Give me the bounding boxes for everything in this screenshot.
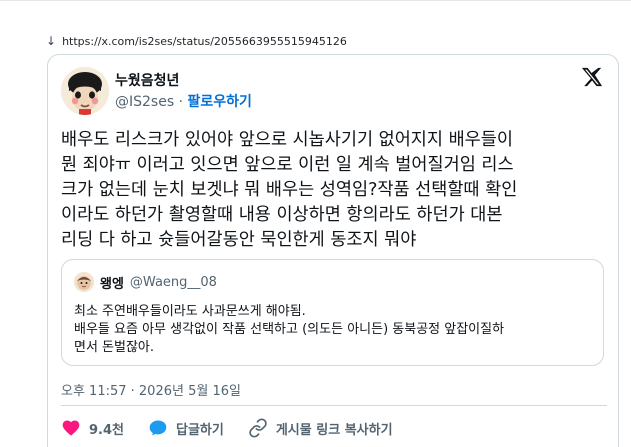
- tweet-card: 누웠음청년 @IS2ses · 팔로우하기 배우도 리스크가 있어야 앞으로 시…: [47, 54, 619, 447]
- top-rule: [0, 0, 631, 1]
- x-logo-icon[interactable]: [581, 66, 603, 88]
- x-logo-graphic: [581, 67, 603, 87]
- link-icon: [248, 418, 268, 438]
- quote-header: 왱엥 @Waeng__08: [74, 272, 217, 292]
- heart-icon: [61, 418, 81, 438]
- quoted-tweet[interactable]: 왱엥 @Waeng__08 최소 주연배우들이라도 사과문쓰게 해야됨. 배우들…: [61, 259, 604, 366]
- actions-divider: [61, 405, 607, 406]
- tweet-actions: 9.4천 답글하기 게시물 링크 복사하기: [61, 417, 393, 439]
- copy-link-label: 게시물 링크 복사하기: [275, 422, 393, 438]
- quote-author-handle: @Waeng__08: [129, 274, 217, 290]
- tweet-text: 배우도 리스크가 있어야 앞으로 시놉사기기 없어지지 배우들이 뭔 죄야ㅠ 이…: [61, 130, 518, 250]
- reply-button[interactable]: 답글하기: [148, 418, 224, 438]
- speech-bubble-icon: [148, 418, 168, 438]
- quote-avatar-image: [74, 272, 94, 292]
- tweet-timestamp[interactable]: 오후 11:57 · 2026년 5월 16일: [61, 380, 241, 399]
- like-count: 9.4천: [89, 422, 124, 438]
- author-block: 누웠음청년 @IS2ses · 팔로우하기: [115, 72, 252, 111]
- author-name[interactable]: 누웠음청년: [115, 72, 252, 90]
- page: ↓ https://x.com/is2ses/status/2055663955…: [0, 0, 631, 447]
- author-subline: @IS2ses · 팔로우하기: [115, 93, 252, 111]
- reply-label: 답글하기: [176, 422, 224, 438]
- follow-button[interactable]: 팔로우하기: [187, 94, 251, 110]
- download-arrow-icon: ↓: [46, 34, 57, 48]
- author-handle[interactable]: @IS2ses: [115, 94, 174, 110]
- source-url-text[interactable]: https://x.com/is2ses/status/205566395551…: [62, 35, 347, 48]
- handle-separator: ·: [178, 94, 184, 110]
- copy-link-button[interactable]: 게시물 링크 복사하기: [248, 418, 393, 438]
- quote-author-name: 왱엥: [100, 276, 124, 292]
- source-url-line: ↓ https://x.com/is2ses/status/2055663955…: [46, 32, 347, 50]
- quote-text: 최소 주연배우들이라도 사과문쓰게 해야됨. 배우들 요즘 아무 생각없이 작품…: [74, 304, 505, 355]
- author-avatar[interactable]: [61, 67, 109, 115]
- like-button[interactable]: 9.4천: [61, 418, 124, 438]
- quote-avatar: [74, 272, 94, 292]
- author-avatar-image: [61, 67, 109, 115]
